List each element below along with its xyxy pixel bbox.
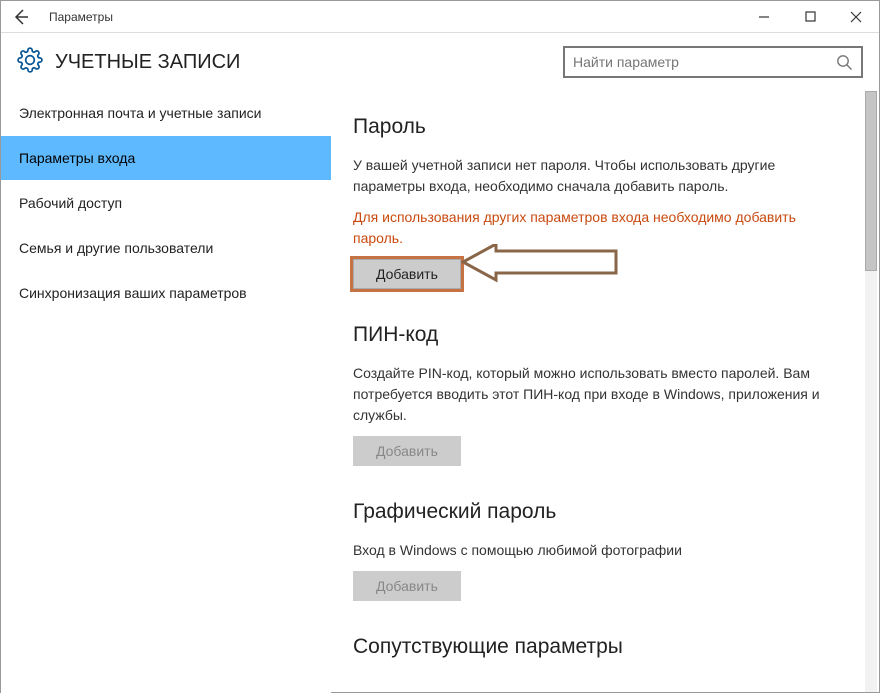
add-picture-password-button[interactable]: Добавить [353,571,461,601]
sidebar-item-sync[interactable]: Синхронизация ваших параметров [1,271,331,316]
sidebar-item-family[interactable]: Семья и другие пользователи [1,226,331,271]
minimize-icon [758,11,770,23]
section-title-password: Пароль [353,115,857,139]
title-bar: Параметры [1,1,879,33]
page-title: УЧЕТНЫЕ ЗАПИСИ [55,51,563,74]
arrow-left-icon [13,9,29,25]
sidebar-item-label: Электронная почта и учетные записи [19,105,261,121]
sidebar-item-email-accounts[interactable]: Электронная почта и учетные записи [1,91,331,136]
minimize-button[interactable] [741,1,787,32]
sidebar: Электронная почта и учетные записи Парам… [1,91,331,694]
maximize-button[interactable] [787,1,833,32]
main-content: Пароль У вашей учетной записи нет пароля… [331,91,879,694]
picture-password-section: Графический пароль Вход в Windows с помо… [353,500,857,601]
section-title-pin: ПИН-код [353,323,857,347]
window-title: Параметры [49,10,741,24]
search-input[interactable] [563,46,863,78]
add-password-button[interactable]: Добавить [353,259,461,289]
section-title-picture: Графический пароль [353,500,857,524]
sidebar-item-work-access[interactable]: Рабочий доступ [1,181,331,226]
picture-desc: Вход в Windows с помощью любимой фотогра… [353,540,823,561]
search-field[interactable] [573,54,836,70]
window-controls [741,1,879,32]
back-button[interactable] [1,1,41,32]
pin-desc: Создайте PIN-код, который можно использо… [353,363,823,426]
pin-section: ПИН-код Создайте PIN-код, который можно … [353,323,857,466]
search-icon [836,54,853,71]
sidebar-item-label: Семья и другие пользователи [19,240,213,256]
maximize-icon [805,11,816,22]
password-section: Пароль У вашей учетной записи нет пароля… [353,115,857,289]
sidebar-item-signin-options[interactable]: Параметры входа [1,136,331,181]
related-section: Сопутствующие параметры [353,635,857,659]
close-icon [850,11,862,23]
sidebar-item-label: Синхронизация ваших параметров [19,285,247,301]
scrollbar-thumb[interactable] [865,91,877,271]
sidebar-item-label: Параметры входа [19,150,135,166]
sidebar-item-label: Рабочий доступ [19,195,122,211]
section-title-related: Сопутствующие параметры [353,635,857,659]
header: УЧЕТНЫЕ ЗАПИСИ [1,33,879,91]
password-desc: У вашей учетной записи нет пароля. Чтобы… [353,155,823,197]
close-button[interactable] [833,1,879,32]
gear-icon [17,47,43,78]
password-warning: Для использования других параметров вход… [353,207,823,249]
add-pin-button[interactable]: Добавить [353,436,461,466]
